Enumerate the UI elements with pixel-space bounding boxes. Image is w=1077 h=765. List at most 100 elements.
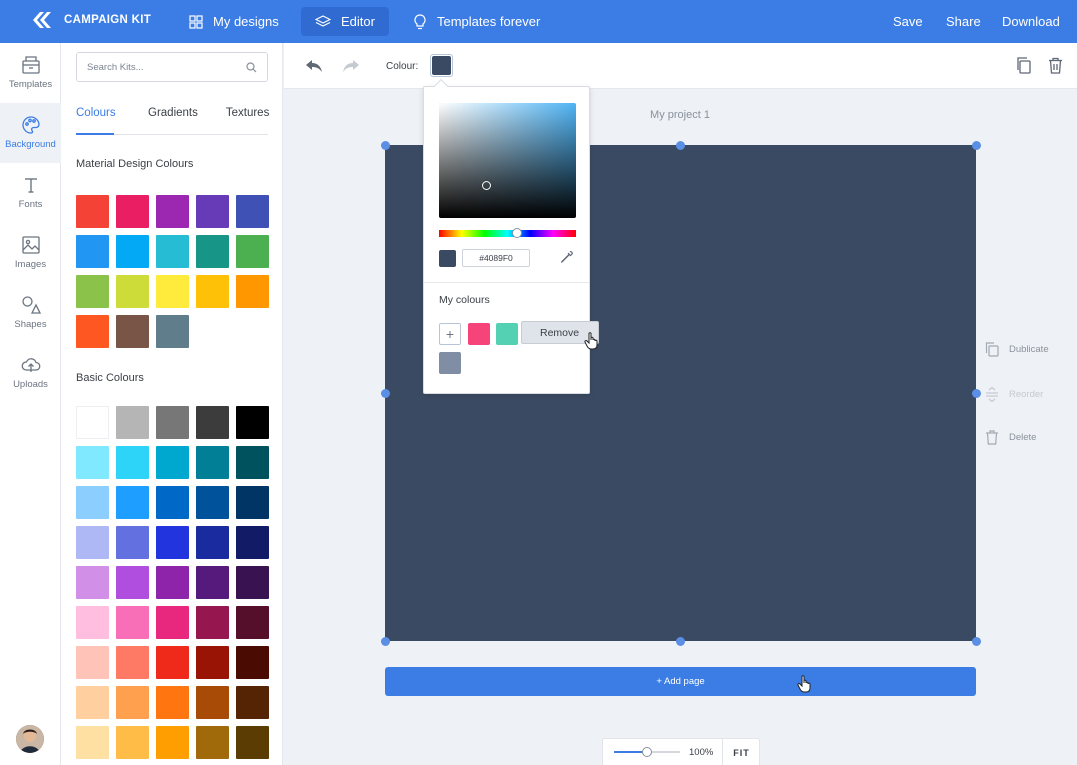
colour-swatch[interactable]: [236, 606, 269, 639]
colour-swatch[interactable]: [116, 446, 149, 479]
colour-swatch[interactable]: [116, 315, 149, 348]
colour-swatch[interactable]: [196, 686, 229, 719]
share-button[interactable]: Share: [946, 0, 981, 43]
colour-swatch[interactable]: [156, 686, 189, 719]
zoom-slider[interactable]: [614, 747, 680, 757]
colour-swatch[interactable]: [236, 275, 269, 308]
colour-swatch[interactable]: [76, 195, 109, 228]
colour-swatch[interactable]: [156, 195, 189, 228]
hue-slider-knob[interactable]: [512, 228, 523, 238]
undo-icon[interactable]: [305, 59, 323, 73]
resize-handle-bottom-right[interactable]: [972, 637, 981, 646]
colour-swatch[interactable]: [236, 646, 269, 679]
colour-swatch[interactable]: [196, 646, 229, 679]
tab-colours[interactable]: Colours: [76, 107, 116, 135]
delete-page-action[interactable]: Delete: [985, 430, 1036, 445]
colour-swatch[interactable]: [116, 606, 149, 639]
hex-input[interactable]: #4089F0: [462, 249, 530, 267]
colour-swatch[interactable]: [116, 566, 149, 599]
my-colour-swatch[interactable]: [468, 323, 490, 345]
reorder-page-action[interactable]: Reorder: [985, 387, 1043, 402]
eyedropper-icon[interactable]: [560, 251, 573, 264]
colour-swatch[interactable]: [236, 686, 269, 719]
colour-swatch[interactable]: [76, 646, 109, 679]
colour-swatch[interactable]: [76, 526, 109, 559]
resize-handle-left[interactable]: [381, 389, 390, 398]
colour-swatch[interactable]: [236, 526, 269, 559]
rail-item-fonts[interactable]: Fonts: [0, 163, 61, 223]
colour-swatch[interactable]: [156, 446, 189, 479]
colour-swatch[interactable]: [156, 566, 189, 599]
nav-templates-forever[interactable]: Templates forever: [413, 0, 540, 43]
colour-swatch[interactable]: [156, 606, 189, 639]
colour-swatch[interactable]: [156, 486, 189, 519]
project-title[interactable]: My project 1: [600, 109, 760, 121]
colour-swatch[interactable]: [156, 406, 189, 439]
app-logo[interactable]: CAMPAIGN KIT: [32, 11, 151, 29]
colour-swatch[interactable]: [156, 315, 189, 348]
colour-swatch[interactable]: [116, 486, 149, 519]
rail-item-templates[interactable]: Templates: [0, 43, 61, 103]
colour-swatch[interactable]: [116, 726, 149, 759]
colour-swatch[interactable]: [76, 406, 109, 439]
colour-swatch[interactable]: [236, 446, 269, 479]
resize-handle-bottom[interactable]: [676, 637, 685, 646]
add-colour-button[interactable]: +: [439, 323, 461, 345]
colour-swatch[interactable]: [116, 235, 149, 268]
my-colour-swatch[interactable]: [439, 352, 461, 374]
colour-swatch[interactable]: [156, 646, 189, 679]
add-page-button[interactable]: + Add page: [385, 667, 976, 696]
colour-swatch[interactable]: [76, 486, 109, 519]
colour-swatch[interactable]: [156, 526, 189, 559]
save-button[interactable]: Save: [893, 0, 923, 43]
colour-swatch[interactable]: [76, 606, 109, 639]
colour-swatch[interactable]: [76, 315, 109, 348]
colour-swatch[interactable]: [196, 486, 229, 519]
colour-swatch[interactable]: [196, 526, 229, 559]
duplicate-icon[interactable]: [1016, 57, 1032, 74]
colour-swatch[interactable]: [196, 726, 229, 759]
search-input[interactable]: Search Kits...: [76, 52, 268, 82]
colour-swatch[interactable]: [196, 606, 229, 639]
colour-swatch[interactable]: [76, 686, 109, 719]
redo-icon[interactable]: [342, 59, 360, 73]
colour-swatch[interactable]: [76, 235, 109, 268]
rail-item-uploads[interactable]: Uploads: [0, 343, 61, 403]
rail-item-images[interactable]: Images: [0, 223, 61, 283]
colour-swatch[interactable]: [156, 726, 189, 759]
colour-swatch[interactable]: [196, 446, 229, 479]
my-colour-swatch[interactable]: [496, 323, 518, 345]
duplicate-page-action[interactable]: Dublicate: [985, 342, 1049, 357]
resize-handle-bottom-left[interactable]: [381, 637, 390, 646]
colour-swatch[interactable]: [196, 566, 229, 599]
colour-swatch[interactable]: [236, 726, 269, 759]
tab-textures[interactable]: Textures: [226, 107, 269, 135]
colour-swatch[interactable]: [236, 566, 269, 599]
colour-swatch[interactable]: [116, 195, 149, 228]
saturation-brightness-area[interactable]: [439, 103, 576, 218]
colour-swatch[interactable]: [116, 526, 149, 559]
colour-swatch[interactable]: [196, 195, 229, 228]
resize-handle-top-left[interactable]: [381, 141, 390, 150]
zoom-fit-button[interactable]: FIT: [722, 739, 760, 765]
colour-swatch[interactable]: [196, 235, 229, 268]
nav-editor[interactable]: Editor: [301, 7, 389, 36]
colour-swatch[interactable]: [116, 646, 149, 679]
tab-gradients[interactable]: Gradients: [148, 107, 198, 135]
colour-swatch[interactable]: [156, 235, 189, 268]
colour-swatch[interactable]: [76, 566, 109, 599]
trash-icon[interactable]: [1048, 57, 1063, 74]
resize-handle-top[interactable]: [676, 141, 685, 150]
download-button[interactable]: Download: [1002, 0, 1060, 43]
colour-swatch[interactable]: [236, 406, 269, 439]
user-avatar[interactable]: [16, 725, 44, 753]
colour-swatch[interactable]: [116, 275, 149, 308]
rail-item-background[interactable]: Background: [0, 103, 61, 163]
resize-handle-right[interactable]: [972, 389, 981, 398]
rail-item-shapes[interactable]: Shapes: [0, 283, 61, 343]
colour-swatch[interactable]: [196, 406, 229, 439]
resize-handle-top-right[interactable]: [972, 141, 981, 150]
colour-swatch[interactable]: [236, 195, 269, 228]
zoom-slider-knob[interactable]: [642, 747, 652, 757]
colour-swatch[interactable]: [236, 486, 269, 519]
